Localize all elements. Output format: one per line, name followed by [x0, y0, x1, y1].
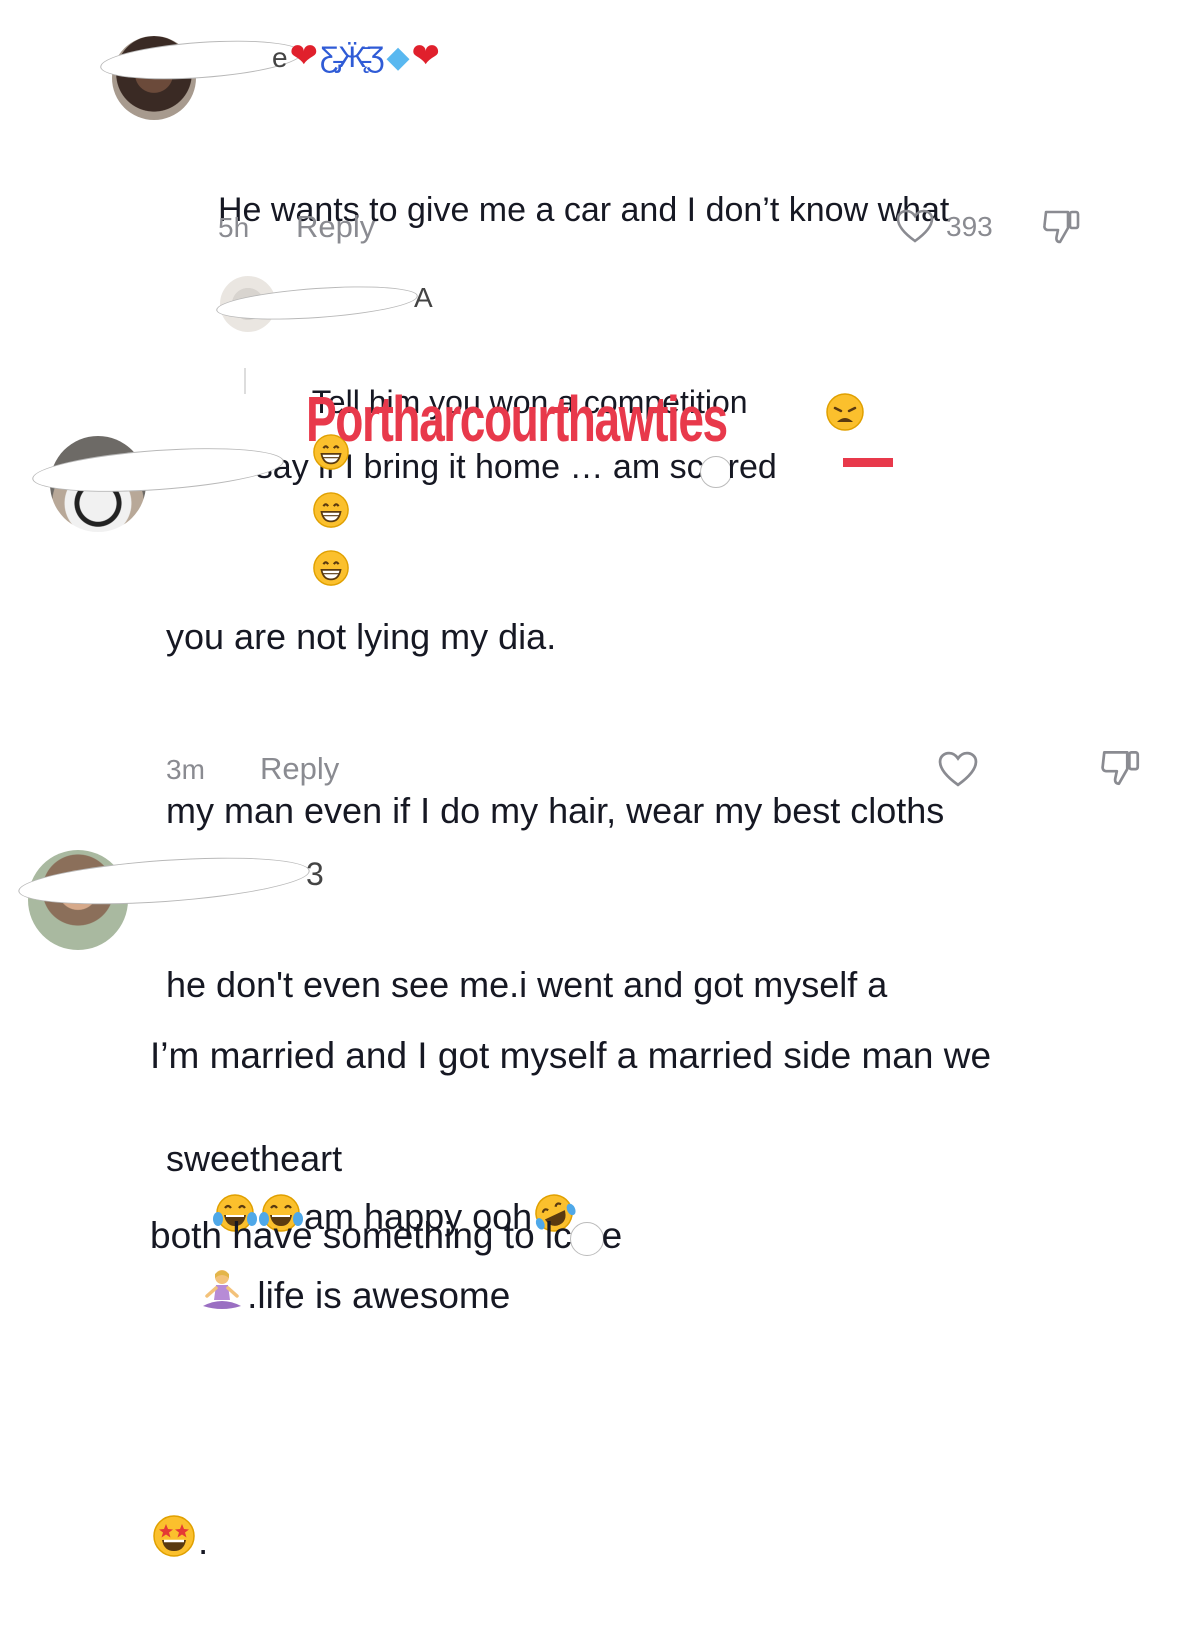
comment-time: 5h [218, 212, 250, 243]
butterfly-icon: Ƹ̵̡Ӝ̵̨̄Ʒ [320, 41, 385, 74]
reply-button[interactable]: Reply [296, 209, 375, 245]
comment-line-part: .life is awesome [247, 1275, 511, 1316]
comment-line-part: e [601, 1215, 623, 1256]
dislike-icon[interactable] [1098, 746, 1144, 793]
dislike-icon[interactable] [1040, 206, 1084, 251]
username[interactable]: e❤Ƹ̵̡Ӝ̵̨̄Ʒ◆❤ [272, 36, 440, 76]
comment-line: both have something to lc e .life is awes… [150, 1206, 991, 1392]
heart-outline-icon[interactable] [895, 208, 935, 249]
username-text[interactable]: 3 [306, 856, 324, 893]
gem-icon: ◆ [386, 41, 410, 74]
comment-line: you are not lying my dia. [166, 616, 557, 657]
username-text: e [272, 42, 288, 73]
comment-time: 3m [166, 754, 205, 785]
comment-line: I’m married and I got myself a married s… [150, 1035, 992, 1076]
heart-emoji: ❤ [411, 37, 441, 75]
comment-line: . [150, 1512, 991, 1578]
comment-line: my man even if I do my hair, wear my bes… [166, 790, 945, 831]
heart-outline-icon[interactable] [936, 750, 980, 793]
username-text[interactable]: A [414, 282, 433, 314]
comment-line-part: both have something to lc [150, 1215, 572, 1256]
watermark-underscore [843, 458, 893, 467]
comment-text: I’m married and I got myself a married s… [150, 906, 991, 1638]
person-meditating-emoji [197, 1268, 247, 1332]
watermark: Portharcourthawties [306, 383, 728, 455]
star-struck-emoji [150, 1512, 198, 1578]
heart-emoji: ❤ [289, 37, 319, 75]
reply-button[interactable]: Reply [260, 751, 339, 787]
weary-face-emoji [787, 340, 865, 499]
cursor-circle-icon [569, 1222, 604, 1256]
comment-line-part: . [198, 1521, 209, 1562]
like-count: 393 [946, 211, 993, 242]
thread-line [244, 368, 246, 394]
